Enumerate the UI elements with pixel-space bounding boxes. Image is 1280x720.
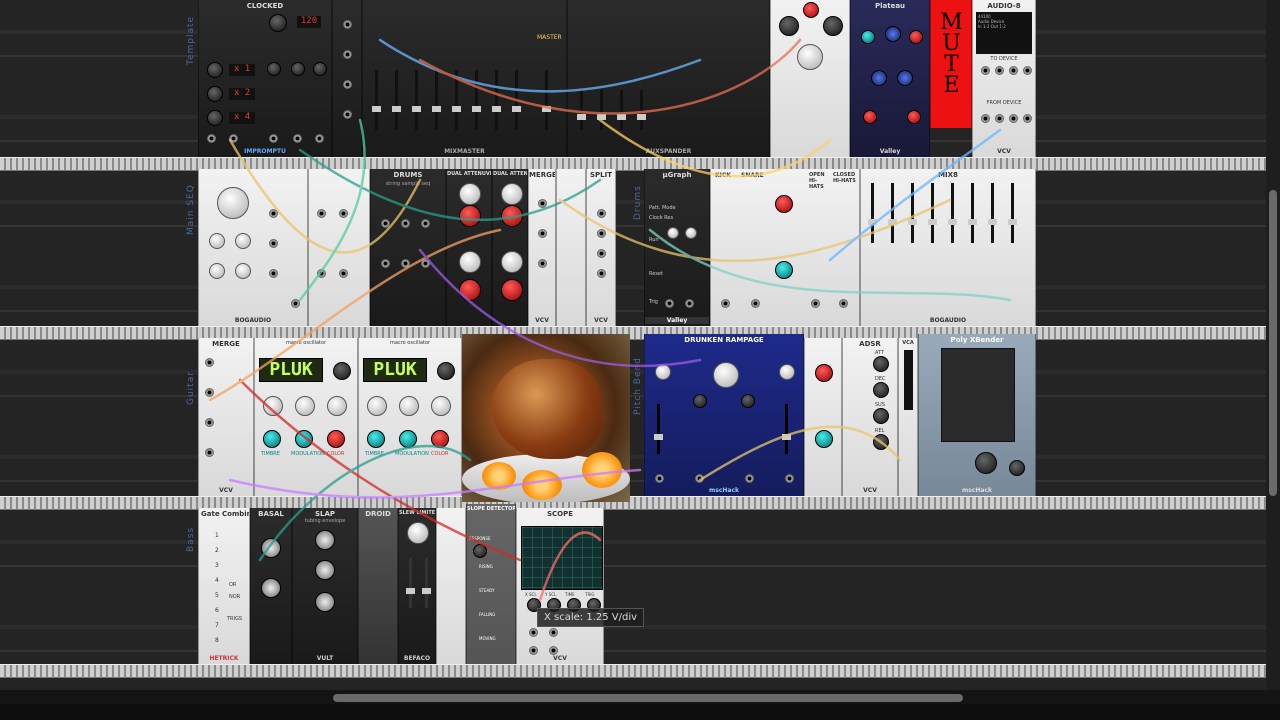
- patch-cable[interactable]: [228, 468, 642, 499]
- vertical-scrollbar-thumb[interactable]: [1269, 190, 1277, 496]
- patch-cable[interactable]: [228, 138, 422, 254]
- parameter-tooltip: X scale: 1.25 V/div: [537, 608, 645, 627]
- horizontal-scrollbar-thumb[interactable]: [333, 694, 963, 702]
- patch-cable[interactable]: [538, 531, 602, 602]
- patch-cable[interactable]: [258, 444, 472, 562]
- patch-cable[interactable]: [208, 228, 502, 402]
- patch-cable[interactable]: [238, 378, 522, 562]
- patch-cable[interactable]: [418, 248, 702, 368]
- patch-cable[interactable]: [698, 425, 902, 482]
- bottom-bar: [0, 704, 1280, 720]
- patch-cable[interactable]: [418, 38, 802, 115]
- patch-cable[interactable]: [598, 118, 832, 178]
- patch-cable[interactable]: [828, 128, 1002, 262]
- patch-cable[interactable]: [298, 118, 366, 302]
- patch-cable[interactable]: [298, 148, 602, 221]
- patch-cable[interactable]: [648, 228, 1012, 302]
- patch-cables[interactable]: [0, 0, 1280, 690]
